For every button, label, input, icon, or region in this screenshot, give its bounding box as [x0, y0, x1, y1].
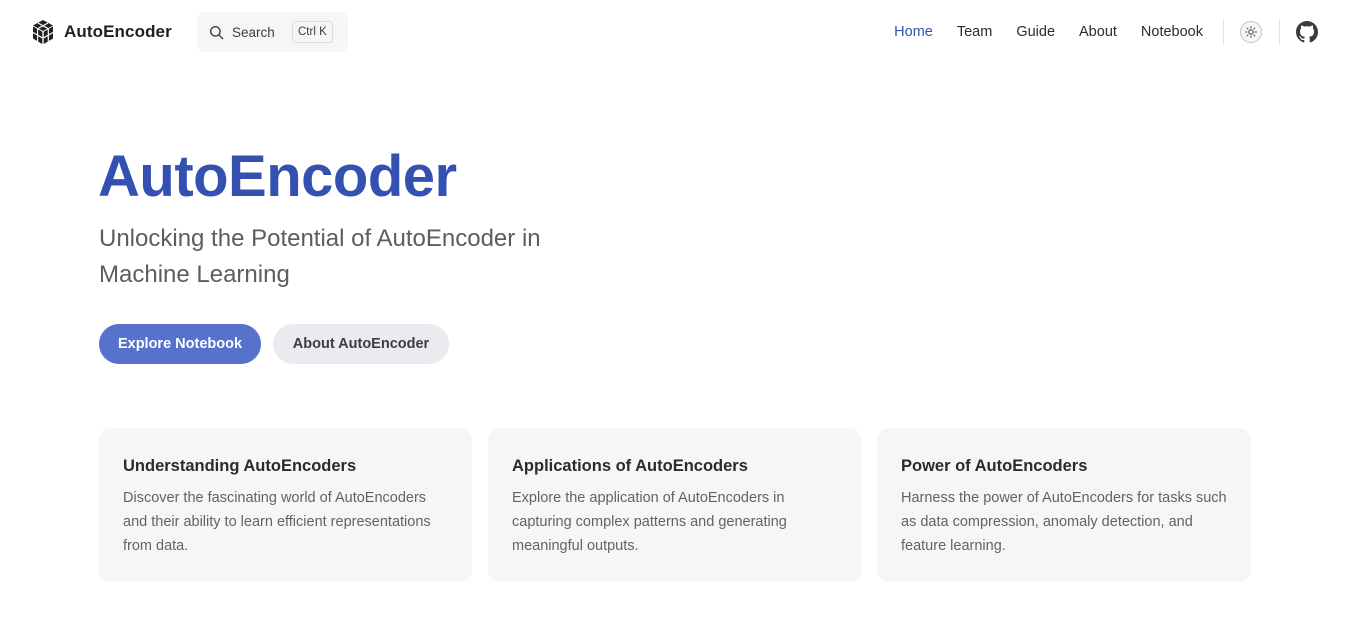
nav-link-notebook[interactable]: Notebook: [1141, 24, 1203, 40]
nav-link-home[interactable]: Home: [894, 24, 933, 40]
theme-toggle-button[interactable]: [1240, 21, 1262, 43]
feature-details: Discover the fascinating world of AutoEn…: [123, 490, 431, 554]
search-label: Search: [232, 24, 275, 40]
nav-link-about[interactable]: About: [1079, 24, 1117, 40]
feature-details: Harness the power of AutoEncoders for ta…: [901, 490, 1227, 554]
feature-card: Applications of AutoEncoders Explore the…: [488, 428, 861, 582]
explore-notebook-button[interactable]: Explore Notebook: [99, 324, 261, 364]
brand-title: AutoEncoder: [64, 22, 172, 41]
nav-divider: [1223, 20, 1224, 44]
feature-details: Explore the application of AutoEncoders …: [512, 490, 787, 554]
feature-title: Applications of AutoEncoders: [512, 457, 748, 475]
site-brand[interactable]: AutoEncoder: [32, 18, 172, 46]
search-shortcut-key: Ctrl K: [292, 21, 333, 43]
sun-icon: [1245, 26, 1257, 38]
logo-cube-icon: [32, 20, 54, 44]
nav-link-team[interactable]: Team: [957, 24, 992, 40]
navbar: AutoEncoder Search Ctrl K Home Team Guid…: [0, 0, 1349, 64]
hero-title: AutoEncoder: [98, 144, 457, 209]
feature-card: Power of AutoEncoders Harness the power …: [877, 428, 1251, 582]
feature-card: Understanding AutoEncoders Discover the …: [99, 428, 472, 582]
nav-link-guide[interactable]: Guide: [1016, 24, 1055, 40]
feature-title: Understanding AutoEncoders: [123, 457, 357, 475]
hero-tagline: Unlocking the Potential of AutoEncoder i…: [99, 225, 541, 288]
feature-title: Power of AutoEncoders: [901, 457, 1088, 475]
nav-divider: [1279, 20, 1280, 44]
search-button[interactable]: Search Ctrl K: [197, 12, 348, 52]
search-icon: [209, 25, 224, 39]
about-autoencoder-button[interactable]: About AutoEncoder: [273, 324, 449, 364]
nav-menu: Home Team Guide About Notebook: [870, 0, 1349, 64]
github-icon[interactable]: [1296, 21, 1318, 43]
